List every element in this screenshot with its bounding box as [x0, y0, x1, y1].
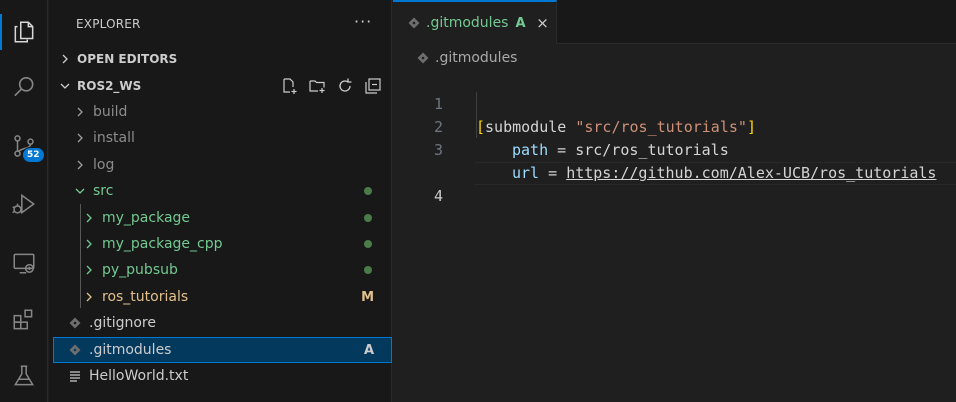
code-line-current: 4 [393, 139, 956, 205]
code-line: 3 url = https://github.com/Alex-UCB/ros_… [393, 116, 956, 182]
tab-label: .gitmodules [426, 15, 509, 31]
code-line: 2 path = src/ros_tutorials [393, 93, 956, 159]
tab-status-badge: A [515, 15, 526, 31]
chevron-down-icon [57, 78, 73, 94]
tree-item-ros-tutorials[interactable]: ros_tutorials M [53, 284, 392, 310]
workspace-section[interactable]: ROS2_WS [49, 74, 392, 98]
untracked-dot [364, 240, 372, 248]
chevron-right-icon [81, 262, 97, 278]
collapse-all-icon[interactable] [362, 75, 384, 97]
breadcrumb[interactable]: .gitmodules [417, 50, 517, 66]
source-control-icon[interactable]: 52 [0, 122, 48, 170]
modified-badge: M [361, 289, 374, 305]
tree-item-label: .gitignore [89, 315, 156, 331]
untracked-dot [364, 187, 372, 195]
testing-icon[interactable] [0, 352, 48, 400]
tree-item-src[interactable]: src [53, 178, 392, 204]
chevron-right-icon [57, 51, 73, 67]
tab-bar: .gitmodules A × [393, 0, 956, 44]
tree-item-label: install [93, 130, 135, 146]
tree-item-label: HelloWorld.txt [89, 368, 189, 384]
explorer-icon[interactable] [0, 8, 48, 56]
code-line: 1 [submodule "src/ros_tutorials"] [393, 70, 956, 136]
git-file-icon [67, 342, 83, 358]
explorer-sidebar: EXPLORER ··· OPEN EDITORS ROS2_WS build … [49, 0, 392, 402]
git-file-icon [417, 52, 429, 64]
tree-item-label: my_package_cpp [102, 236, 223, 252]
tree-item-gitignore[interactable]: .gitignore [53, 310, 392, 336]
sidebar-title: EXPLORER [76, 17, 141, 31]
search-icon[interactable] [0, 63, 48, 111]
new-file-icon[interactable] [278, 75, 300, 97]
tree-item-label: .gitmodules [89, 342, 172, 358]
chevron-right-icon [81, 236, 97, 252]
chevron-right-icon [72, 130, 88, 146]
tree-item-label: py_pubsub [102, 262, 178, 278]
chevron-right-icon [72, 157, 88, 173]
added-badge: A [363, 342, 374, 358]
chevron-down-icon [72, 183, 88, 199]
new-folder-icon[interactable] [306, 75, 328, 97]
chevron-right-icon [81, 289, 97, 305]
tree-item-label: build [93, 104, 128, 120]
activity-bar: 52 [0, 0, 48, 402]
tree-item-my-package[interactable]: my_package [53, 205, 392, 231]
tree-item-my-package-cpp[interactable]: my_package_cpp [53, 231, 392, 257]
refresh-icon[interactable] [334, 75, 356, 97]
editor-area: .gitmodules A × .gitmodules 1 [submodule… [393, 0, 956, 402]
tree-item-build[interactable]: build [53, 99, 392, 125]
tree-item-log[interactable]: log [53, 152, 392, 178]
untracked-dot [364, 214, 372, 222]
chevron-right-icon [81, 210, 97, 226]
tab-gitmodules[interactable]: .gitmodules A × [393, 0, 557, 44]
run-debug-icon[interactable] [0, 180, 48, 228]
close-icon[interactable]: × [534, 14, 552, 32]
chevron-right-icon [72, 104, 88, 120]
tree-item-label: my_package [102, 210, 191, 226]
untracked-dot [364, 266, 372, 274]
open-editors-label: OPEN EDITORS [77, 52, 178, 66]
tree-item-gitmodules[interactable]: .gitmodules A [53, 337, 392, 363]
open-editors-section[interactable]: OPEN EDITORS [49, 47, 392, 71]
tree-item-helloworld[interactable]: HelloWorld.txt [53, 363, 392, 389]
tree-item-label: ros_tutorials [102, 289, 189, 305]
tree-item-py-pubsub[interactable]: py_pubsub [53, 257, 392, 283]
git-file-icon [67, 315, 83, 331]
remote-explorer-icon[interactable] [0, 239, 48, 287]
line-number: 4 [433, 187, 443, 205]
tree-item-install[interactable]: install [53, 125, 392, 151]
more-actions-button[interactable]: ··· [354, 12, 372, 31]
breadcrumb-label: .gitmodules [435, 50, 518, 66]
workspace-actions [278, 74, 384, 98]
tree-item-label: log [93, 157, 115, 173]
tree-item-label: src [93, 183, 114, 199]
text-file-icon [67, 368, 83, 384]
code-editor[interactable]: 1 [submodule "src/ros_tutorials"] 2 path… [393, 70, 956, 205]
workspace-label: ROS2_WS [77, 79, 142, 93]
current-line-highlight [475, 162, 956, 185]
source-control-badge: 52 [22, 147, 45, 163]
git-file-icon [408, 17, 420, 29]
extensions-icon[interactable] [0, 296, 48, 344]
